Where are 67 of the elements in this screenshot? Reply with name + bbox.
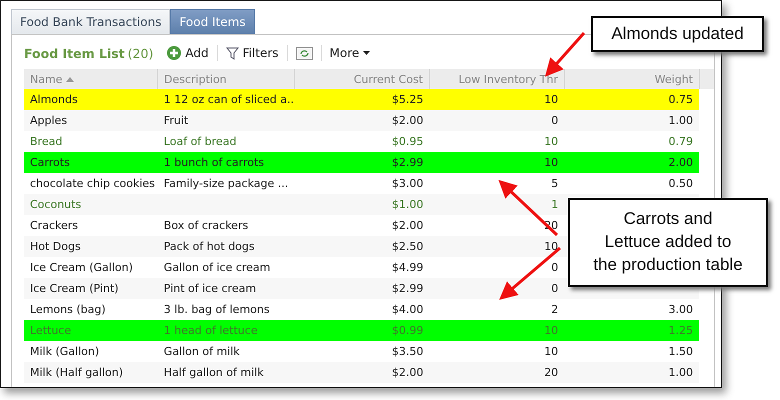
table-cell: 1 bunch of carrots	[164, 156, 264, 169]
table-cell: 10	[544, 135, 558, 148]
table-cell: Half gallon of milk	[164, 366, 264, 379]
table-cell: Almonds	[30, 93, 78, 106]
table-cell: chocolate chip cookies	[30, 177, 155, 190]
table-cell: 10	[544, 240, 558, 253]
table-cell: 10	[544, 156, 558, 169]
table-cell: 0.75	[668, 93, 693, 106]
table-cell: Ice Cream (Gallon)	[30, 261, 133, 274]
table-cell: Bread	[30, 135, 62, 148]
table-cell: 20	[544, 366, 558, 379]
table-cell: 0	[551, 282, 558, 295]
table-cell: 3 lb. bag of lemons	[164, 303, 270, 316]
table-cell: $3.00	[392, 177, 424, 190]
table-cell: 1.00	[668, 366, 693, 379]
table-cell: Family-size package ...	[164, 177, 288, 190]
table-cell: 0.79	[668, 135, 693, 148]
table-cell: 1 12 oz can of sliced a...	[164, 93, 295, 106]
table-cell: $4.99	[392, 261, 424, 274]
table-cell: Box of crackers	[164, 219, 248, 232]
table-cell: Coconuts	[30, 198, 82, 211]
table-cell: $2.00	[392, 219, 424, 232]
table-cell: Gallon of ice cream	[164, 261, 270, 274]
table-cell: $0.99	[392, 324, 424, 337]
table-cell: 0	[551, 114, 558, 127]
table-cell: $4.00	[392, 303, 424, 316]
table-cell: Pint of ice cream	[164, 282, 256, 295]
table-cell: $2.99	[392, 282, 424, 295]
table-cell: Pack of hot dogs	[164, 240, 255, 253]
table-cell: 1.00	[668, 114, 693, 127]
table-cell: Ice Cream (Pint)	[30, 282, 119, 295]
table-cell: 10	[544, 345, 558, 358]
table-cell: 2.00	[668, 156, 693, 169]
table-cell: 5	[551, 177, 558, 190]
table-cell: Crackers	[30, 219, 78, 232]
table-cell: 1.25	[668, 324, 693, 337]
table-cell: $2.99	[392, 156, 424, 169]
table-cell: Milk (Half gallon)	[30, 366, 124, 379]
table-cell: Lemons (bag)	[30, 303, 106, 316]
table-cell: 2	[551, 303, 558, 316]
table-cell: 10	[544, 93, 558, 106]
table-cell: 1 head of lettuce	[164, 324, 258, 337]
table-cell: Hot Dogs	[30, 240, 81, 253]
table-cell: $3.50	[392, 345, 424, 358]
table-cell: $2.00	[392, 114, 424, 127]
table-cell: $0.95	[392, 135, 424, 148]
table-cell: 0.50	[668, 177, 693, 190]
table-cell: $5.25	[392, 93, 424, 106]
table-cell: Milk (Gallon)	[30, 345, 100, 358]
table-cell: Carrots	[30, 156, 70, 169]
table-cell: 1	[551, 198, 558, 211]
callout-tooltip: Carrots and Lettuce added to the production table	[568, 198, 768, 287]
table-cell: $2.50	[392, 240, 424, 253]
table-cell: 0	[551, 261, 558, 274]
table-cell: Lettuce	[30, 324, 72, 337]
table-cell: Apples	[30, 114, 68, 127]
callout-tooltip: Almonds updated	[591, 16, 764, 52]
table-cell: 10	[544, 324, 558, 337]
table-cell: $1.00	[392, 198, 424, 211]
table-cell: Loaf of bread	[164, 135, 236, 148]
item-count: (20)	[128, 46, 154, 60]
list-title: Food Item List	[24, 46, 125, 60]
table-cell: 1.50	[668, 345, 693, 358]
table-cell: $2.00	[392, 366, 424, 379]
table-cell: Fruit	[164, 114, 188, 127]
table-cell: Gallon of milk	[164, 345, 240, 358]
table-cell: 3.00	[668, 303, 693, 316]
